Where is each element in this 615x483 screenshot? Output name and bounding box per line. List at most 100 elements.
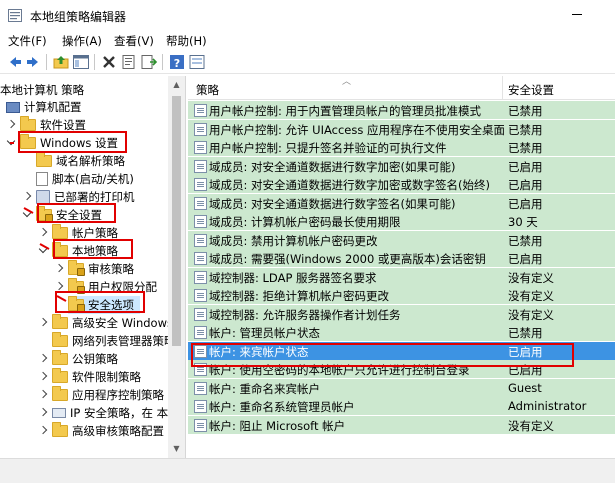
policy-icon [194,233,207,247]
printer-icon [36,190,50,204]
tree-item-ip-security[interactable]: IP 安全策略，在 本 [38,404,168,422]
policy-icon [194,289,207,302]
table-row[interactable]: 帐户: 阻止 Microsoft 帐户 没有定义 [188,415,615,434]
delete-icon[interactable] [100,53,118,71]
forward-arrow-icon[interactable] [24,53,42,71]
chevron-right-icon[interactable] [38,426,48,436]
filter-view-icon[interactable] [188,53,206,71]
table-row[interactable]: 域控制器: 允许服务器操作者计划任务 没有定义 [188,304,615,323]
menu-action[interactable]: 操作(A) [62,33,102,49]
show-hide-tree-icon[interactable] [72,53,90,71]
table-row[interactable]: 帐户: 来宾帐户状态 已启用 [188,341,615,360]
tree-item-windows-settings[interactable]: Windows 设置 [6,134,118,152]
security-folder-icon [36,206,53,222]
table-row[interactable]: 帐户: 使用空密码的本地帐户只允许进行控制台登录 已启用 [188,360,615,378]
tree-scrollbar[interactable]: ▲ ▼ [168,76,185,458]
toolbar: ? [0,50,615,74]
table-row[interactable]: 用户帐户控制: 用于内置管理员帐户的管理员批准模式 已禁用 [188,101,615,119]
policy-setting: 已禁用 [508,141,543,155]
policy-setting: 没有定义 [508,289,554,303]
chevron-down-icon[interactable] [6,138,16,148]
script-icon [36,172,48,186]
table-row[interactable]: 域控制器: 拒绝计算机帐户密码更改 没有定义 [188,286,615,304]
chevron-right-icon[interactable] [38,318,48,328]
policy-name: 帐户: 使用空密码的本地帐户只允许进行控制台登录 [209,363,470,377]
scroll-down-icon[interactable]: ▼ [172,444,181,453]
tree-item-deployed-printers[interactable]: 已部署的打印机 [22,188,135,206]
tree-item-app-control[interactable]: 应用程序控制策略 [38,386,164,404]
chevron-right-icon[interactable] [38,354,48,364]
export-list-icon[interactable] [140,53,158,71]
table-row[interactable]: 用户帐户控制: 只提升签名并验证的可执行文件 已禁用 [188,138,615,156]
table-row[interactable]: 域成员: 对安全通道数据进行数字加密(如果可能) 已启用 [188,156,615,175]
policy-icon [194,400,207,413]
policy-setting: 已禁用 [508,122,543,137]
sort-arrow-icon: ︿ [342,77,352,87]
chevron-right-icon[interactable] [38,228,48,238]
policy-name: 帐户: 阻止 Microsoft 帐户 [209,418,346,433]
tree-item-windows-firewall[interactable]: 高级安全 Windows [38,314,173,332]
chevron-right-icon[interactable] [6,120,16,130]
table-row[interactable]: 帐户: 重命名系统管理员帐户 Administrator [188,397,615,415]
chevron-right-icon[interactable] [54,264,64,274]
tree-item-scripts[interactable]: 脚本(启动/关机) [22,170,134,188]
tree-item-computer-config[interactable]: 计算机配置 [6,98,82,116]
menu-bar: 文件(F) 操作(A) 查看(V) 帮助(H) [0,30,615,50]
policy-icon [194,122,207,136]
table-row[interactable]: 域成员: 对安全通道数据进行数字加密或数字签名(始终) 已启用 [188,175,615,193]
table-row[interactable]: 域成员: 禁用计算机帐户密码更改 已禁用 [188,230,615,249]
tree-item-name-resolution-policy[interactable]: 域名解析策略 [22,152,125,170]
chevron-right-icon[interactable] [38,390,48,400]
table-row[interactable]: 域控制器: LDAP 服务器签名要求 没有定义 [188,267,615,286]
tree-item-account-policies[interactable]: 帐户策略 [38,224,118,242]
tree-item-software-settings[interactable]: 软件设置 [6,116,86,134]
properties-icon[interactable] [120,53,138,71]
tree-item-user-rights[interactable]: 用户权限分配 [54,278,157,296]
policy-name: 域成员: 计算机帐户密码最长使用期限 [209,215,401,229]
chevron-down-icon[interactable] [38,246,48,256]
policy-icon [194,418,207,432]
policy-name: 帐户: 管理员帐户状态 [209,326,321,340]
tree-root[interactable]: 本地计算机 策略 [0,82,84,98]
table-row[interactable]: 帐户: 管理员帐户状态 已禁用 [188,323,615,341]
menu-file[interactable]: 文件(F) [8,33,47,49]
tree-item-software-restriction[interactable]: 软件限制策略 [38,368,141,386]
tree-item-network-list[interactable]: 网络列表管理器策略 [38,332,176,350]
policy-setting: 没有定义 [508,418,554,433]
status-bar [0,458,615,483]
table-row[interactable]: 域成员: 需要强(Windows 2000 或更高版本)会话密钥 已启用 [188,249,615,267]
folder-icon [52,242,68,257]
tree-item-security-options[interactable]: 安全选项 [68,296,140,314]
folder-icon [20,116,36,131]
column-security-setting[interactable]: 安全设置 [508,82,554,98]
policy-name: 帐户: 来宾帐户状态 [209,344,309,359]
chevron-right-icon[interactable] [54,282,64,292]
tree-item-advanced-audit[interactable]: 高级审核策略配置 [38,422,164,440]
menu-view[interactable]: 查看(V) [114,33,154,49]
folder-icon [52,332,68,347]
policy-name: 用户帐户控制: 允许 UIAccess 应用程序在不使用安全桌面... [209,122,504,137]
tree-item-security-settings[interactable]: 安全设置 [22,206,102,224]
menu-help[interactable]: 帮助(H) [166,33,207,49]
tree-item-local-policies[interactable]: 本地策略 [38,242,118,260]
chevron-right-icon[interactable] [38,408,48,418]
back-arrow-icon[interactable] [6,53,24,71]
column-policy[interactable]: 策略 [196,82,219,98]
policy-icon [194,252,207,265]
scrollbar-thumb[interactable] [172,96,181,346]
table-row[interactable]: 用户帐户控制: 允许 UIAccess 应用程序在不使用安全桌面... 已禁用 [188,119,615,138]
chevron-right-icon[interactable] [38,372,48,382]
tree-item-public-key[interactable]: 公钥策略 [38,350,118,368]
scroll-up-icon[interactable]: ▲ [172,80,181,89]
tree-item-audit-policy[interactable]: 审核策略 [54,260,134,278]
chevron-right-icon[interactable] [22,192,32,202]
table-row[interactable]: 帐户: 重命名来宾帐户 Guest [188,378,615,397]
chevron-down-icon[interactable] [22,210,32,220]
policy-icon [194,159,207,173]
table-row[interactable]: 域成员: 对安全通道数据进行数字签名(如果可能) 已启用 [188,193,615,212]
minimize-icon[interactable] [572,14,582,15]
up-folder-icon[interactable] [52,53,70,71]
help-icon[interactable]: ? [168,53,186,71]
table-row[interactable]: 域成员: 计算机帐户密码最长使用期限 30 天 [188,212,615,230]
policy-name: 域成员: 需要强(Windows 2000 或更高版本)会话密钥 [209,252,486,266]
